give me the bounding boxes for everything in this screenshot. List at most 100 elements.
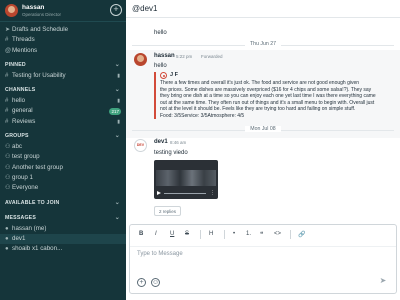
sidebar-item-mentions[interactable]: @Mentions: [0, 46, 126, 56]
chevron-down-icon[interactable]: ⌄: [115, 213, 120, 224]
unread-badge: 217: [109, 107, 121, 115]
toolbar-divider: [224, 230, 225, 239]
message-composer[interactable]: B I U S H • 1. ❝ <> 🔗 Type to Message + …: [129, 224, 397, 294]
italic-button[interactable]: I: [155, 231, 157, 237]
message-author[interactable]: hassan: [154, 53, 175, 59]
sidebar-item-dm[interactable]: ● shoaib x1 cabon...: [0, 244, 126, 254]
sidebar-item-label: Threads: [12, 36, 35, 44]
quote-line: they bring one dish at a time so you can…: [160, 93, 376, 99]
pin-icon[interactable]: ▮: [117, 96, 120, 106]
sidebar-item-label: Another test group: [12, 163, 63, 171]
section-groups[interactable]: GROUPS ⌄: [0, 131, 126, 142]
user-role: Operations Director: [22, 12, 62, 17]
quote-author: J F: [170, 72, 178, 78]
sidebar-item-label: Reviews: [12, 117, 36, 125]
section-title: GROUPS: [5, 133, 29, 140]
mentions-icon: @: [5, 47, 12, 54]
message-time: 5:22 pm: [176, 54, 193, 59]
sidebar-item-testing-for-usability[interactable]: # Testing for Usability ▮: [0, 71, 126, 81]
user-icon: ●: [5, 235, 9, 242]
sidebar-item-label: hassan (me): [12, 224, 47, 232]
section-channels[interactable]: CHANNELS ⌄: [0, 85, 126, 96]
section-messages[interactable]: MESSAGES ⌄: [0, 213, 126, 224]
sidebar-item-dm[interactable]: ● hassan (me): [0, 224, 126, 234]
send-icon[interactable]: ➤: [376, 275, 390, 287]
drafts-icon: ➤: [5, 27, 11, 33]
chevron-down-icon[interactable]: ⌄: [115, 131, 120, 142]
message-item[interactable]: hassan 5:22 pm Forwarded hello J F There…: [126, 50, 400, 138]
message-input[interactable]: Type to Message: [137, 251, 183, 257]
message-text: testing viedo: [154, 150, 188, 156]
chevron-down-icon[interactable]: ⌄: [115, 85, 120, 96]
message-author[interactable]: dev1: [154, 139, 168, 145]
sidebar-item-group[interactable]: ⚇ Another test group: [0, 163, 126, 173]
sidebar-item-general[interactable]: # general 217: [0, 106, 126, 116]
sidebar-item-reviews[interactable]: # Reviews ▮: [0, 117, 126, 127]
new-message-plus-icon[interactable]: +: [110, 4, 122, 16]
quote-button[interactable]: ❝: [260, 231, 263, 238]
threads-icon: #: [5, 37, 9, 44]
sidebar-item-label: dev1: [12, 234, 26, 242]
section-available-to-join[interactable]: AVAILABLE TO JOIN ⌄: [0, 198, 126, 209]
more-options-icon[interactable]: ⋮: [210, 191, 215, 196]
group-icon: ⚇: [5, 164, 11, 171]
sidebar-item-label: Drafts and Schedule: [12, 26, 69, 33]
heading-button[interactable]: H: [209, 231, 213, 237]
bold-button[interactable]: B: [139, 231, 143, 237]
sidebar-item-label: hello: [12, 97, 26, 105]
sidebar-item-hello[interactable]: # hello ▮: [0, 96, 126, 106]
quote-header: J F: [160, 72, 400, 80]
sidebar-item-threads[interactable]: # Threads: [0, 35, 126, 45]
chevron-down-icon[interactable]: ⌄: [115, 198, 120, 209]
sidebar-item-group[interactable]: ⚇ group 1: [0, 173, 126, 183]
video-player[interactable]: ⋮: [154, 160, 218, 199]
code-button[interactable]: <>: [274, 231, 281, 237]
toolbar-divider: [290, 230, 291, 239]
sidebar-item-dm-active[interactable]: ● dev1: [0, 233, 126, 245]
pin-icon[interactable]: ▮: [117, 117, 120, 127]
message-text: hello: [154, 30, 167, 36]
forwarded-label: Forwarded: [201, 54, 223, 59]
page-title: @dev1: [126, 0, 400, 18]
play-icon[interactable]: [157, 191, 161, 195]
sidebar-item-label: shoaib x1 cabon...: [12, 245, 63, 253]
pin-icon[interactable]: ▮: [117, 71, 120, 81]
sidebar-item-label: test group: [12, 153, 40, 161]
sidebar: hassan Operations Director + ➤ Drafts and…: [0, 0, 126, 300]
sidebar-item-label: Testing for Usability: [12, 71, 66, 79]
group-icon: ⚇: [5, 174, 11, 181]
group-icon: ⚇: [5, 154, 11, 161]
main-panel: @dev1 hello Thu Jun 27 hassan 5:22 pm Fo…: [126, 0, 400, 300]
forwarded-quote[interactable]: J F There a few times and overall it's j…: [154, 72, 400, 119]
message-time: 8:46 am: [170, 140, 187, 145]
video-progress-bar[interactable]: [164, 193, 206, 194]
sidebar-item-label: abc: [12, 143, 22, 151]
group-icon: ⚇: [5, 185, 11, 192]
user-avatar[interactable]: [5, 4, 18, 17]
sidebar-item-group[interactable]: ⚇ Everyone: [0, 183, 126, 193]
sidebar-item-label: group 1: [12, 173, 33, 181]
hash-icon: #: [5, 98, 9, 105]
emoji-icon[interactable]: ☺: [151, 278, 160, 287]
chevron-down-icon[interactable]: ⌄: [115, 60, 120, 71]
bullet-list-button[interactable]: •: [233, 231, 235, 237]
avatar[interactable]: DEV: [134, 139, 147, 152]
hash-icon: #: [5, 72, 9, 79]
sidebar-item-drafts[interactable]: ➤ Drafts and Schedule: [0, 25, 126, 35]
section-title: PINNED: [5, 61, 26, 68]
replies-button[interactable]: 2 replies: [154, 206, 182, 216]
user-header[interactable]: hassan Operations Director +: [0, 0, 126, 22]
message-list[interactable]: hello Thu Jun 27 hassan 5:22 pm Forwarde…: [126, 18, 400, 224]
numbered-list-button[interactable]: 1.: [246, 231, 251, 237]
hash-icon: #: [5, 108, 9, 115]
strikethrough-button[interactable]: S: [185, 231, 189, 237]
avatar[interactable]: [134, 53, 147, 66]
link-icon[interactable]: 🔗: [298, 231, 305, 238]
sidebar-item-group[interactable]: ⚇ abc: [0, 142, 126, 152]
section-pinned[interactable]: PINNED ⌄: [0, 60, 126, 71]
group-icon: ⚇: [5, 144, 11, 151]
underline-button[interactable]: U: [170, 231, 174, 237]
date-label: Mon Jul 08: [245, 126, 281, 132]
sidebar-item-group[interactable]: ⚇ test group: [0, 152, 126, 162]
add-attachment-icon[interactable]: +: [137, 278, 146, 287]
